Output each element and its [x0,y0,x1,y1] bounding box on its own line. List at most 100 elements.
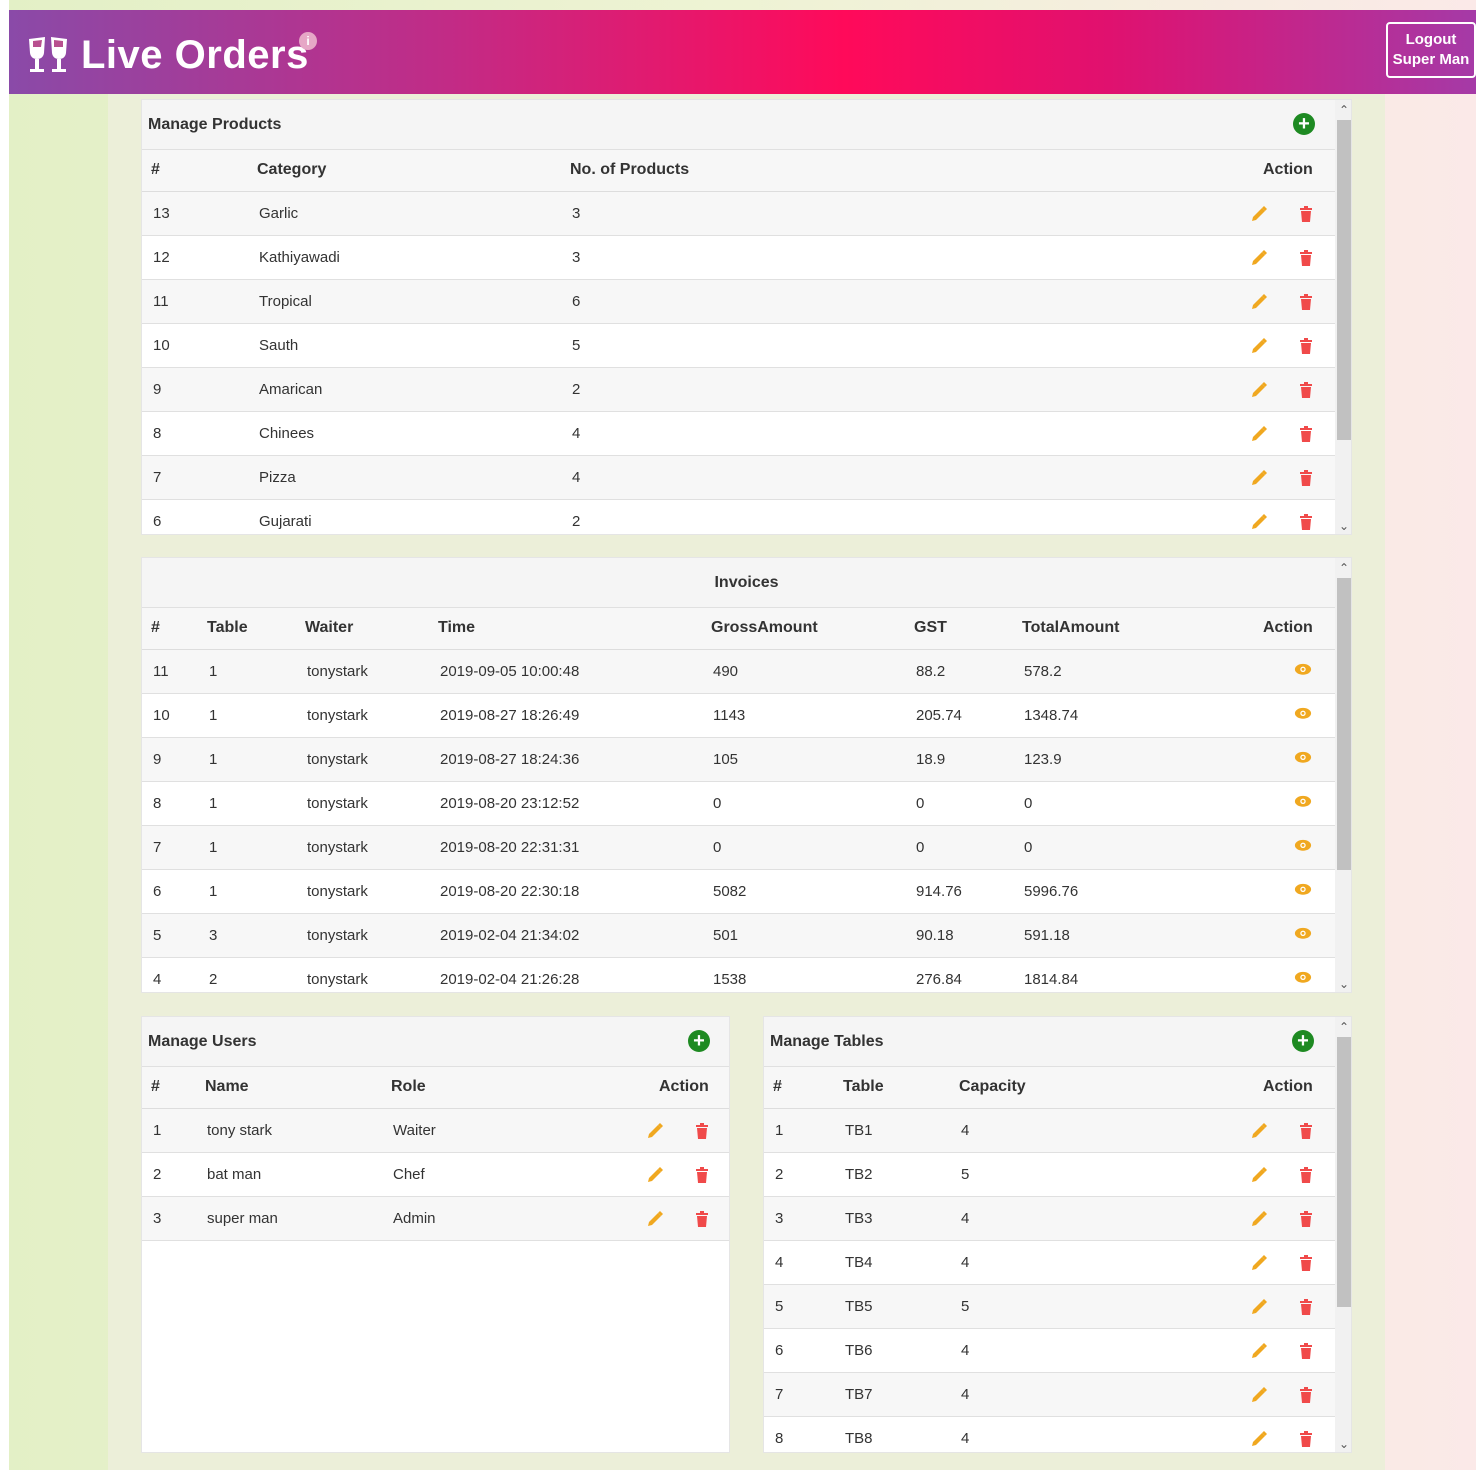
column-header: GrossAmount [711,619,818,636]
pencil-icon[interactable] [1250,425,1268,443]
table-cell: 490 [713,663,739,680]
add-product-button[interactable]: + [1293,113,1315,135]
trash-icon[interactable] [1297,1298,1315,1316]
trash-icon[interactable] [1297,1122,1315,1140]
table-cell: 8 [153,425,162,442]
pencil-icon[interactable] [1250,469,1268,487]
add-table-button[interactable]: + [1292,1030,1314,1052]
pencil-icon[interactable] [646,1122,664,1140]
table-cell: 6 [775,1342,784,1359]
table-cell: Waiter [393,1122,436,1139]
scrollbar[interactable]: ⌃ ⌄ [1335,100,1351,534]
panel-header: Manage Tables + [764,1017,1351,1067]
table-cell: 13 [153,205,170,222]
eye-icon[interactable] [1294,883,1312,901]
trash-icon[interactable] [1297,1210,1315,1228]
pencil-icon[interactable] [1250,1254,1268,1272]
table-cell: tonystark [307,663,368,680]
pencil-icon[interactable] [1250,205,1268,223]
table-cell: 0 [1024,839,1033,856]
invoices-table: # Table Waiter Time GrossAmount GST TotalAmoun… [142,608,1351,992]
table-row: 9 1 tonystark 2019-08-27 18:24:36 105 18.9 123… [142,738,1351,782]
table-cell: super man [207,1210,278,1227]
table-row: 2 bat man Chef [142,1153,729,1197]
trash-icon[interactable] [1297,249,1315,267]
brand[interactable]: Live Orders [23,30,309,80]
trash-icon[interactable] [1297,513,1315,531]
panel-title: Manage Tables [770,1033,884,1050]
table-cell: 5 [961,1166,970,1183]
table-cell: tonystark [307,927,368,944]
table-row: 9 Amarican 2 [142,368,1351,412]
trash-icon[interactable] [1297,205,1315,223]
pencil-icon[interactable] [1250,1342,1268,1360]
trash-icon[interactable] [1297,1386,1315,1404]
table-cell: bat man [207,1166,262,1183]
eye-icon[interactable] [1294,707,1312,725]
pencil-icon[interactable] [1250,1210,1268,1228]
table-cell: 6 [572,293,581,310]
trash-icon[interactable] [1297,1430,1315,1448]
table-row: 4 TB4 4 [764,1241,1351,1285]
trash-icon[interactable] [693,1166,711,1184]
table-cell: 3 [572,205,581,222]
info-icon[interactable]: i [299,32,317,50]
trash-icon[interactable] [1297,1342,1315,1360]
table-cell: 5996.76 [1024,883,1079,900]
eye-icon[interactable] [1294,971,1312,989]
pencil-icon[interactable] [1250,1298,1268,1316]
table-cell: TB8 [845,1430,873,1447]
table-cell: 5 [775,1298,784,1315]
table-row: 4 2 tonystark 2019-02-04 21:26:28 1538 276.84… [142,958,1351,992]
logout-button[interactable]: Logout Super Man [1386,22,1476,78]
table-row: 5 TB5 5 [764,1285,1351,1329]
table-row: 7 TB7 4 [764,1373,1351,1417]
panel-header: Manage Users + [142,1017,729,1067]
trash-icon[interactable] [1297,293,1315,311]
trash-icon[interactable] [1297,1254,1315,1272]
pencil-icon[interactable] [1250,513,1268,531]
panel-title: Manage Products [148,116,282,133]
column-header: Table [843,1078,884,1095]
eye-icon[interactable] [1294,663,1312,681]
pencil-icon[interactable] [1250,1122,1268,1140]
trash-icon[interactable] [1297,469,1315,487]
table-cell: 3 [572,249,581,266]
scrollbar[interactable]: ⌃ ⌄ [1335,558,1351,992]
column-header: # [151,161,160,178]
pencil-icon[interactable] [1250,293,1268,311]
table-cell: 0 [713,795,722,812]
pencil-icon[interactable] [1250,1166,1268,1184]
table-row: 6 Gujarati 2 [142,500,1351,534]
table-cell: TB4 [845,1254,873,1271]
pencil-icon[interactable] [1250,337,1268,355]
trash-icon[interactable] [693,1210,711,1228]
table-row: 8 1 tonystark 2019-08-20 23:12:52 0 0 0 [142,782,1351,826]
eye-icon[interactable] [1294,927,1312,945]
current-user-name: Super Man [1392,51,1470,68]
add-user-button[interactable]: + [688,1030,710,1052]
column-header: Category [257,161,327,178]
trash-icon[interactable] [1297,425,1315,443]
table-cell: 6 [153,883,162,900]
pencil-icon[interactable] [1250,381,1268,399]
column-header: # [151,1078,160,1095]
eye-icon[interactable] [1294,795,1312,813]
pencil-icon[interactable] [1250,1386,1268,1404]
trash-icon[interactable] [693,1122,711,1140]
pencil-icon[interactable] [1250,1430,1268,1448]
table-cell: 2019-08-20 23:12:52 [440,795,580,812]
pencil-icon[interactable] [1250,249,1268,267]
trash-icon[interactable] [1297,337,1315,355]
table-cell: 1 [209,883,218,900]
column-header: TotalAmount [1022,619,1120,636]
eye-icon[interactable] [1294,839,1312,857]
manage-tables-panel: Manage Tables + # Table Capacity Action 1 TB1… [763,1016,1352,1453]
pencil-icon[interactable] [646,1166,664,1184]
table-cell: Amarican [259,381,323,398]
trash-icon[interactable] [1297,1166,1315,1184]
eye-icon[interactable] [1294,751,1312,769]
scrollbar[interactable]: ⌃ ⌄ [1335,1017,1351,1452]
trash-icon[interactable] [1297,381,1315,399]
pencil-icon[interactable] [646,1210,664,1228]
